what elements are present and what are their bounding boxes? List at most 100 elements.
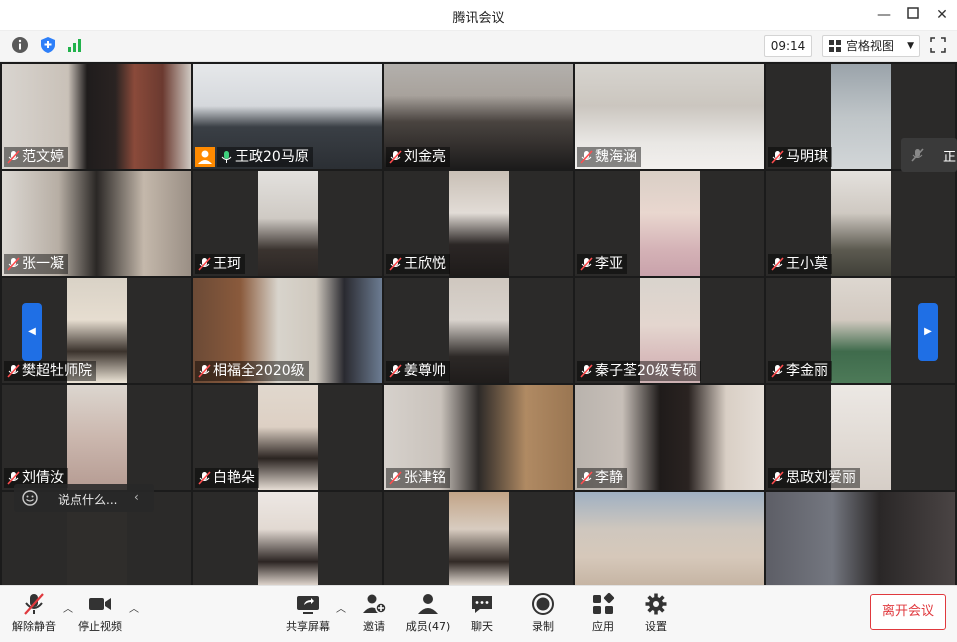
window-title: 腾讯会议 [452, 11, 505, 26]
video-feed [258, 492, 318, 585]
record-label: 录制 [532, 620, 554, 633]
muted-mic-icon [7, 364, 20, 378]
video-tile[interactable]: 王欣悦 [384, 171, 573, 276]
video-tile[interactable]: 王小莫 [766, 171, 955, 276]
muted-mic-icon [198, 364, 211, 378]
share-screen-button[interactable]: 共享屏幕 [278, 592, 338, 638]
security-shield-icon[interactable] [39, 36, 57, 54]
video-feed [258, 171, 318, 276]
fullscreen-icon[interactable] [930, 37, 946, 53]
video-tile[interactable]: 范文婷 [2, 64, 191, 169]
participant-name-tag: 李金丽 [768, 361, 832, 381]
members-button[interactable]: 成员(47) [398, 592, 458, 638]
video-feed [449, 171, 509, 276]
muted-mic-icon [771, 364, 784, 378]
view-mode-dropdown[interactable]: 宫格视图 ▼ [822, 35, 920, 57]
previous-page-arrow[interactable]: ◀ [22, 303, 42, 361]
settings-button[interactable]: 设置 [626, 592, 686, 638]
chat-placeholder: 说点什么... [58, 493, 118, 507]
muted-mic-icon [771, 257, 784, 271]
camera-icon [89, 598, 111, 610]
emoji-icon[interactable] [22, 490, 38, 506]
video-feed [766, 492, 955, 585]
chevron-down-icon: ▼ [907, 41, 914, 51]
chat-button[interactable]: 聊天 [452, 592, 512, 638]
participant-name: 相福全2020级 [213, 363, 305, 379]
chat-label: 聊天 [471, 620, 493, 633]
gear-icon [645, 593, 667, 615]
stop-video-label: 停止视频 [78, 620, 122, 633]
info-icon[interactable] [11, 36, 29, 54]
participant-name-tag: 王小莫 [768, 254, 832, 274]
settings-label: 设置 [645, 620, 667, 633]
record-icon [532, 593, 554, 615]
muted-mic-icon [580, 150, 593, 164]
video-tile[interactable]: 刘倩汝 [2, 385, 191, 490]
video-tile[interactable]: 白艳朵 [193, 385, 382, 490]
muted-mic-icon [911, 148, 924, 162]
participant-name-tag: 姜尊帅 [386, 361, 450, 381]
participant-name: 白艳朵 [213, 470, 255, 486]
video-tile[interactable]: 思政刘爱丽 [766, 385, 955, 490]
video-tile[interactable]: 姜尊帅 [384, 278, 573, 383]
record-button[interactable]: 录制 [513, 592, 573, 638]
video-tile[interactable]: 相福全2020级 [193, 278, 382, 383]
chat-quick-input[interactable]: 说点什么... ‹ [14, 484, 154, 512]
participant-name-tag: 李亚 [577, 254, 627, 274]
video-tile[interactable] [766, 492, 955, 585]
participant-name: 李静 [595, 470, 623, 486]
participant-name-tag: 秦子荃20级专硕 [577, 361, 701, 381]
video-tile[interactable]: 李静 [575, 385, 764, 490]
meeting-timer: 09:14 [764, 35, 812, 57]
apps-icon [593, 592, 615, 614]
close-icon[interactable]: ✕ [932, 5, 952, 25]
video-tile[interactable]: 张津铭 [384, 385, 573, 490]
signal-strength-icon[interactable] [66, 36, 84, 54]
video-tile[interactable]: 刘金亮 [384, 64, 573, 169]
floating-tile-name: 正 [943, 150, 957, 165]
video-options-chevron-icon[interactable]: ︿ [129, 600, 139, 615]
participant-name-tag: 张一凝 [4, 254, 68, 274]
muted-mic-icon [198, 471, 211, 485]
participant-name-tag: 张津铭 [386, 468, 450, 488]
participant-name-tag: 范文婷 [4, 147, 68, 167]
muted-mic-icon [771, 471, 784, 485]
participant-name: 秦子荃20级专硕 [595, 363, 697, 379]
leave-meeting-button[interactable]: 离开会议 [870, 594, 946, 630]
video-tile[interactable] [575, 492, 764, 585]
video-tile-active-speaker[interactable]: 王政20马原 [193, 64, 382, 169]
video-tile[interactable]: 李亚 [575, 171, 764, 276]
video-tile[interactable]: 秦子荃20级专硕 [575, 278, 764, 383]
apps-label: 应用 [592, 620, 614, 633]
members-label: 成员(47) [405, 620, 451, 633]
video-tile[interactable] [193, 492, 382, 585]
video-tile[interactable]: 魏海涵 [575, 64, 764, 169]
floating-video-tile[interactable]: 正 [901, 138, 957, 172]
muted-mic-icon [389, 364, 402, 378]
share-screen-icon [297, 596, 319, 614]
unmute-button[interactable]: 解除静音 [4, 592, 64, 638]
video-feed [831, 64, 891, 169]
muted-mic-icon [580, 471, 593, 485]
add-user-icon [363, 594, 387, 614]
mic-on-icon [221, 151, 232, 163]
minimize-icon[interactable]: — [874, 5, 894, 25]
video-feed [831, 278, 891, 383]
video-tile[interactable] [384, 492, 573, 585]
apps-button[interactable]: 应用 [573, 592, 633, 638]
stop-video-button[interactable]: 停止视频 [70, 592, 130, 638]
video-feed [258, 385, 318, 490]
muted-mic-icon [389, 471, 402, 485]
next-page-arrow[interactable]: ▶ [918, 303, 938, 361]
participant-name-tag: 刘金亮 [386, 147, 450, 167]
muted-mic-icon [7, 471, 20, 485]
participant-name-tag: 白艳朵 [195, 468, 259, 488]
participant-name-tag: 王珂 [195, 254, 245, 274]
participant-name-tag: 王政20马原 [217, 147, 313, 167]
video-tile[interactable]: 王珂 [193, 171, 382, 276]
video-tile[interactable]: 张一凝 [2, 171, 191, 276]
invite-button[interactable]: 邀请 [344, 592, 404, 638]
chevron-left-icon[interactable]: ‹ [134, 490, 139, 504]
video-feed [449, 492, 509, 585]
maximize-icon[interactable] [903, 5, 923, 25]
